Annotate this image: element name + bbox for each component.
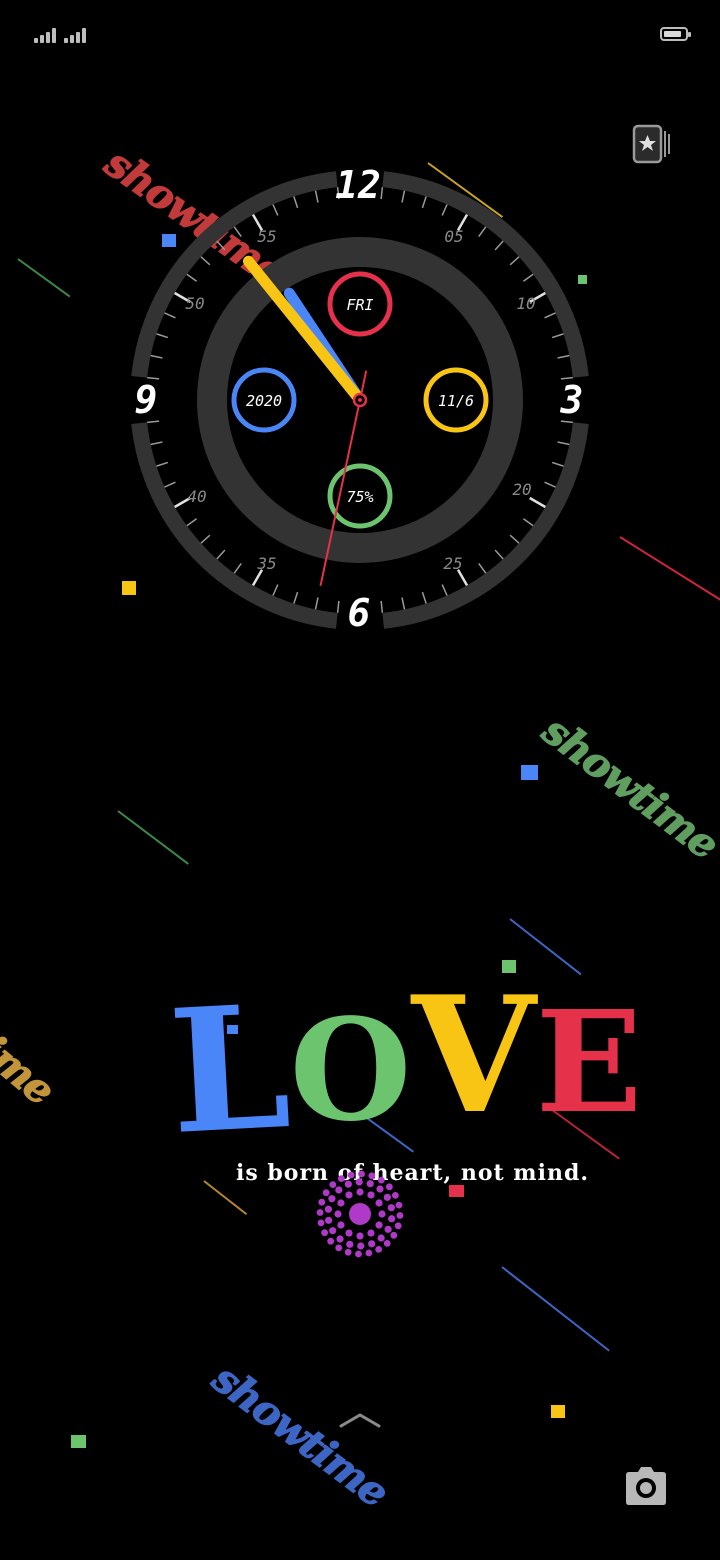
minor-tick: [421, 196, 427, 209]
minute-numeral-05: 05: [444, 227, 463, 246]
hour-numeral-6: 6: [348, 591, 371, 635]
clock-outer-ring-segment: [382, 422, 589, 629]
major-tick: [529, 496, 546, 509]
minor-tick: [156, 461, 169, 467]
minor-tick: [186, 518, 198, 527]
minor-tick: [478, 562, 487, 574]
minor-tick: [233, 226, 242, 238]
decorative-streak: [619, 536, 720, 602]
decorative-square: [71, 1435, 86, 1448]
dot-flower-decoration: [316, 1170, 404, 1258]
clock-outer-ring-segment: [131, 422, 338, 629]
minor-tick: [150, 354, 163, 359]
decorative-square: [521, 765, 538, 780]
minor-tick: [336, 600, 340, 613]
showtime-decoration: showtime: [0, 945, 64, 1115]
decorative-streak: [501, 1266, 610, 1352]
minor-tick: [380, 600, 384, 613]
minor-tick: [380, 187, 384, 200]
minor-tick: [216, 240, 226, 251]
minute-numeral-10: 10: [516, 294, 535, 313]
decorative-streak: [117, 810, 189, 865]
minor-tick: [233, 562, 242, 574]
minor-tick: [200, 534, 211, 544]
minor-tick: [509, 256, 520, 266]
minute-numeral-20: 20: [512, 480, 531, 499]
minor-tick: [293, 591, 299, 604]
minute-numeral-35: 35: [256, 554, 276, 573]
minor-tick: [150, 441, 163, 446]
minor-tick: [557, 441, 570, 446]
minute-numeral-25: 25: [443, 554, 462, 573]
minor-tick: [544, 481, 556, 488]
year-label: 2020: [246, 392, 282, 410]
day-label: FRI: [346, 296, 373, 314]
minor-tick: [272, 584, 279, 596]
clock-outer-ring-segment: [382, 171, 589, 378]
camera-icon[interactable]: [624, 1466, 668, 1508]
minute-numeral-55: 55: [257, 227, 276, 246]
minute-numeral-50: 50: [185, 294, 204, 313]
love-heading: L O V E: [165, 961, 642, 1173]
minor-tick: [314, 597, 319, 610]
hour-numeral-12: 12: [335, 163, 381, 207]
minor-tick: [164, 312, 176, 319]
minor-tick: [557, 354, 570, 359]
minor-tick: [186, 273, 198, 282]
analog-clock: 12 3 6 9 05 10 20 25 35 40 50 55 FRI 202…: [120, 160, 600, 640]
love-letter-l: L: [164, 967, 295, 1173]
minor-tick: [401, 597, 406, 610]
minor-tick: [522, 273, 534, 282]
love-letter-v: V: [411, 961, 536, 1149]
minor-tick: [522, 518, 534, 527]
minor-tick: [441, 204, 448, 216]
hour-numeral-3: 3: [560, 378, 584, 422]
minor-tick: [478, 226, 487, 238]
minor-tick: [164, 481, 176, 488]
signal-strength-icon: [64, 28, 86, 43]
showtime-decoration: showtime: [533, 706, 720, 869]
battery-percent-label: 75%: [346, 488, 373, 506]
hour-numeral-9: 9: [135, 378, 158, 422]
love-tagline: is born of heart, not mind.: [236, 1160, 589, 1186]
showtime-decoration: showtime: [203, 1354, 397, 1517]
minor-tick: [314, 190, 319, 203]
minor-tick: [509, 534, 520, 544]
clock-outer-ring-segment: [131, 171, 338, 378]
minute-numeral-40: 40: [187, 487, 206, 506]
minor-tick: [544, 312, 556, 319]
decorative-streak: [17, 258, 71, 298]
theme-store-icon[interactable]: [632, 124, 672, 164]
minor-tick: [494, 240, 504, 251]
minor-tick: [200, 256, 211, 266]
minor-tick: [551, 333, 564, 339]
signal-strength-icon: [34, 28, 56, 43]
date-label: 11/6: [438, 392, 474, 410]
minor-tick: [421, 591, 427, 604]
minor-tick: [293, 196, 299, 209]
minor-tick: [551, 461, 564, 467]
minor-tick: [156, 333, 169, 339]
minor-tick: [401, 190, 406, 203]
battery-icon: [660, 27, 691, 41]
battery-fill: [664, 31, 681, 37]
decorative-square: [449, 1185, 464, 1197]
chevron-up-icon[interactable]: [338, 1410, 382, 1430]
minor-tick: [494, 549, 504, 560]
minor-tick: [441, 584, 448, 596]
love-letter-o: O: [289, 989, 412, 1153]
decorative-square: [551, 1405, 565, 1418]
minor-tick: [272, 204, 279, 216]
love-letter-e: E: [535, 981, 643, 1145]
minor-tick: [216, 549, 226, 560]
